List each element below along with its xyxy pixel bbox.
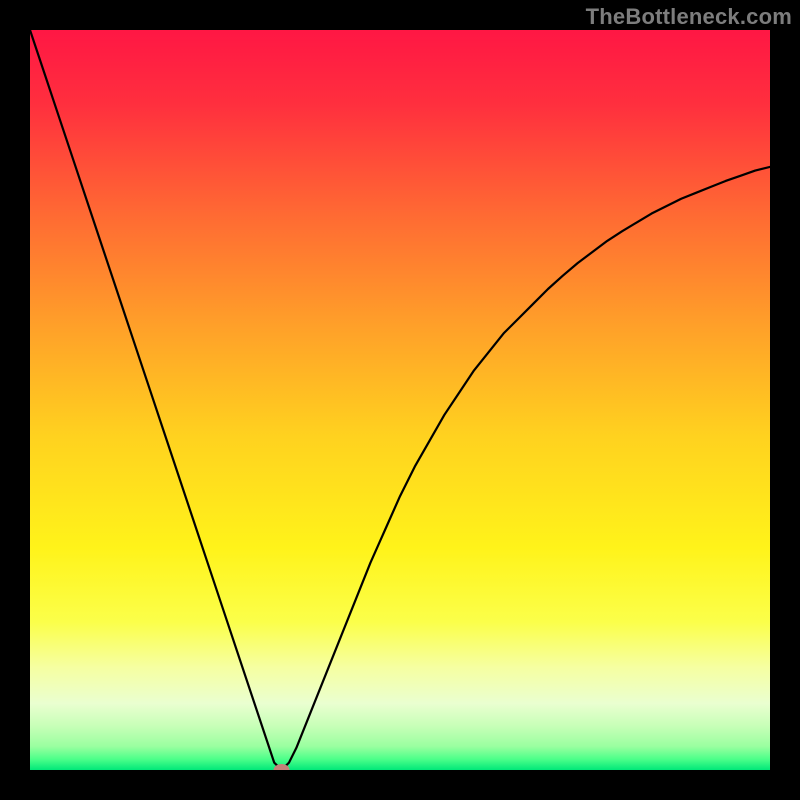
watermark-text: TheBottleneck.com — [586, 4, 792, 30]
chart-frame: TheBottleneck.com — [0, 0, 800, 800]
chart-svg — [30, 30, 770, 770]
plot-area — [30, 30, 770, 770]
plot-background — [30, 30, 770, 770]
